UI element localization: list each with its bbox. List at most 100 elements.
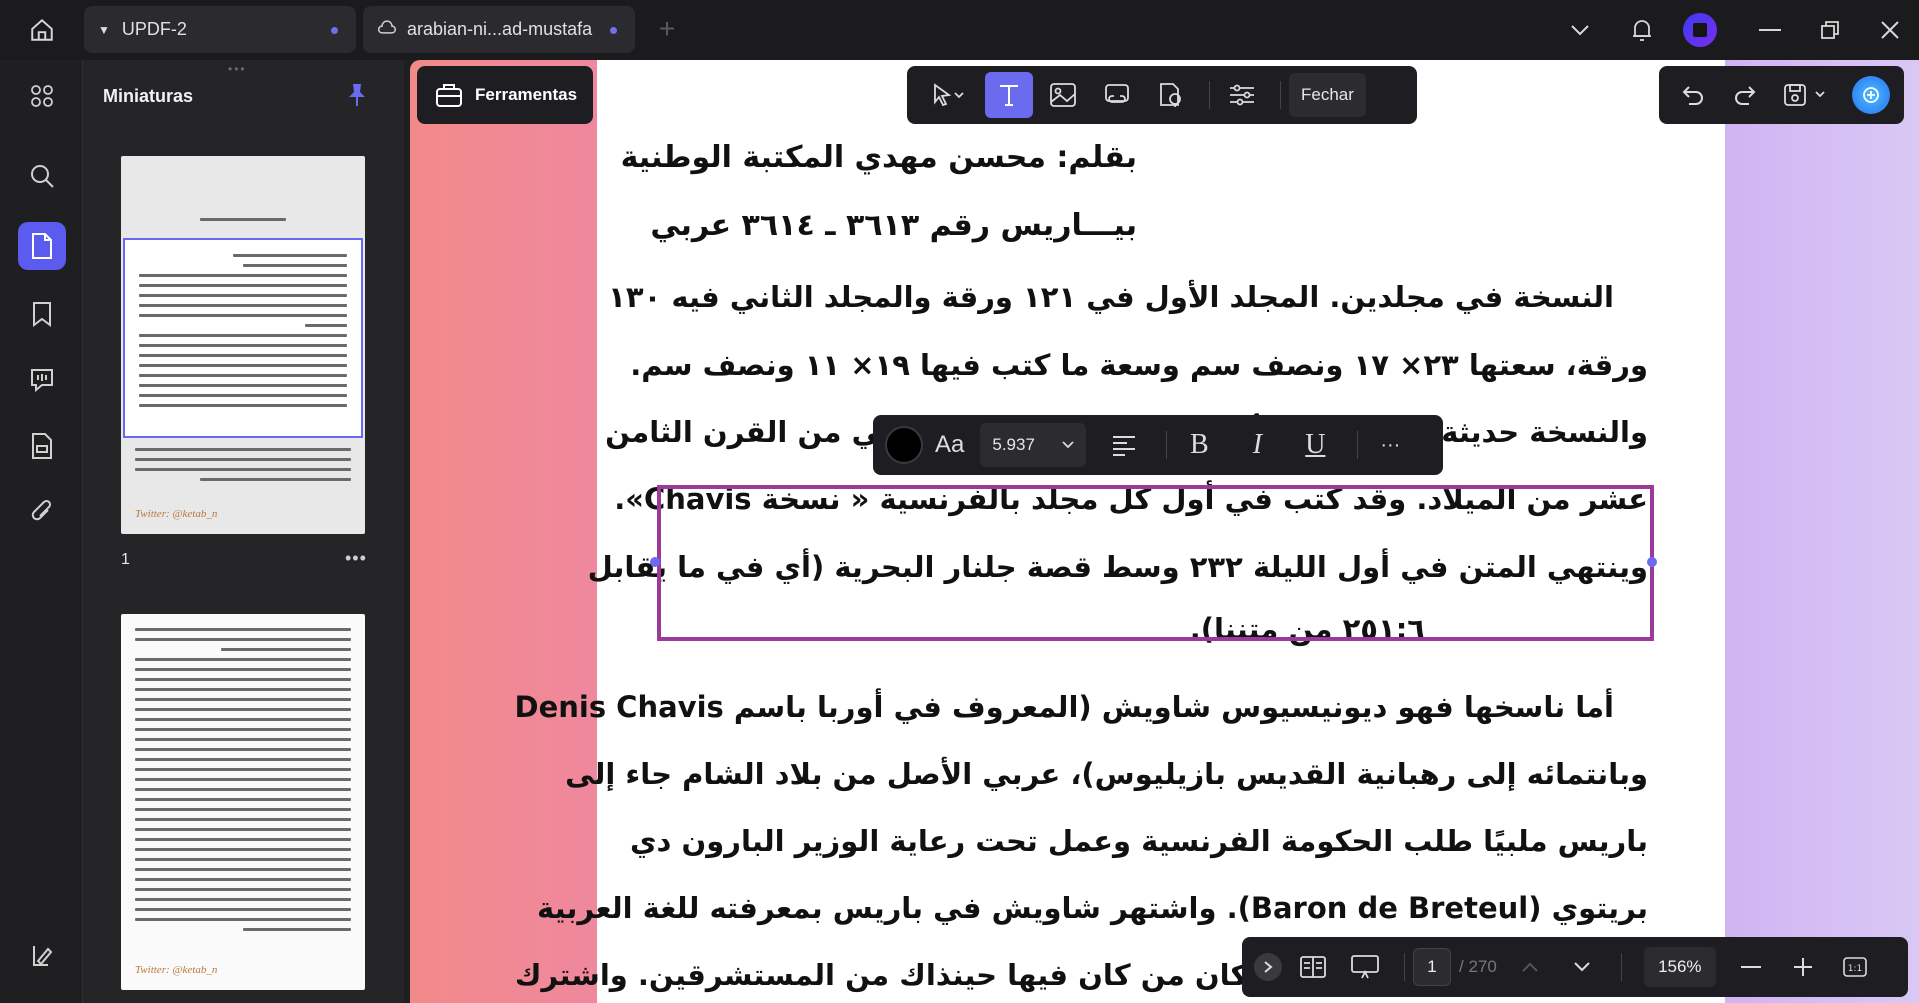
chevron-down-icon bbox=[1574, 962, 1590, 972]
more-format-options[interactable]: ··· bbox=[1366, 423, 1414, 467]
restore-button[interactable] bbox=[1810, 12, 1850, 48]
font-size-select[interactable]: 5.937 bbox=[980, 423, 1087, 467]
page-thumbnail-2[interactable]: Twitter: @ketab_n bbox=[121, 614, 365, 990]
doc-line[interactable]: بريتوي (Baron de Breteul). واشتهر شاويش … bbox=[537, 891, 1648, 925]
collapse-nav-button[interactable] bbox=[1254, 953, 1282, 981]
sliders-icon bbox=[1230, 84, 1254, 106]
italic-button[interactable]: I bbox=[1233, 423, 1281, 467]
add-text-button[interactable] bbox=[985, 72, 1033, 118]
cloud-icon bbox=[377, 19, 397, 40]
text-icon bbox=[1000, 85, 1018, 106]
page-pin-icon bbox=[1160, 83, 1181, 107]
doc-line[interactable]: وبانتمائه إلى رهبانية القديس بازيليوس)، … bbox=[565, 757, 1648, 791]
zoom-level[interactable]: 156% bbox=[1643, 947, 1716, 987]
actual-size-button[interactable]: 1:1 bbox=[1834, 946, 1876, 988]
save-button[interactable] bbox=[1777, 75, 1833, 115]
doc-line[interactable]: ورقة، سعتها ٢٣× ١٧ ونصف سم وسعة ما كتب ف… bbox=[630, 348, 1648, 382]
add-link-button[interactable] bbox=[1093, 72, 1141, 118]
pin-icon[interactable] bbox=[345, 82, 369, 113]
avatar[interactable] bbox=[1680, 12, 1720, 48]
thumb-twitter-handle: Twitter: @ketab_n bbox=[135, 508, 218, 520]
left-tool-rail bbox=[0, 60, 82, 1003]
tab-caret-down-icon[interactable]: ▼ bbox=[98, 23, 110, 37]
total-pages: / 270 bbox=[1459, 957, 1497, 976]
doc-line[interactable]: أما ناسخها فهو ديونيسيوس شاويش (المعروف … bbox=[515, 690, 1615, 724]
resize-handle-right[interactable] bbox=[1647, 557, 1657, 567]
right-toolbar bbox=[1659, 66, 1904, 124]
save-icon bbox=[1784, 84, 1825, 106]
tabs-dropdown-icon[interactable] bbox=[1560, 12, 1600, 48]
link-box-icon bbox=[1105, 84, 1129, 103]
underline-button[interactable]: U bbox=[1291, 423, 1339, 467]
text-color-picker[interactable] bbox=[885, 426, 923, 464]
actual-size-icon: 1:1 bbox=[1843, 957, 1867, 977]
minimize-button[interactable] bbox=[1750, 12, 1790, 48]
font-family-button[interactable]: Aa bbox=[935, 431, 964, 459]
panel-drag-handle[interactable]: ••• bbox=[228, 62, 247, 76]
zoom-in-button[interactable] bbox=[1782, 946, 1824, 988]
chevron-up-icon bbox=[1522, 962, 1538, 972]
new-tab-button[interactable]: + bbox=[652, 14, 682, 44]
unsaved-dot-icon bbox=[331, 27, 338, 34]
font-size-value: 5.937 bbox=[992, 435, 1035, 454]
page-thumbnail-1[interactable]: Twitter: @ketab_n bbox=[121, 156, 365, 534]
current-page-input[interactable]: 1 bbox=[1413, 948, 1451, 986]
title-bar: ▼ UPDF-2 arabian-ni...ad-mustafa + bbox=[0, 0, 1919, 60]
tools-button[interactable]: Ferramentas bbox=[417, 66, 593, 124]
tab-arabian-nights[interactable]: arabian-ni...ad-mustafa bbox=[363, 6, 635, 53]
align-button[interactable] bbox=[1100, 423, 1148, 467]
page-navigation-bar: 1 / 270 156% 1:1 bbox=[1242, 937, 1908, 997]
doc-line[interactable]: بيـــاريس رقم ٣٦١٣ ـ ٣٦١٤ عربي bbox=[650, 208, 1137, 243]
bold-button[interactable]: B bbox=[1175, 423, 1223, 467]
thumb-body-lines bbox=[135, 628, 351, 938]
notification-bell-icon[interactable] bbox=[1622, 12, 1662, 48]
zoom-out-button[interactable] bbox=[1730, 946, 1772, 988]
text-box-selection[interactable] bbox=[657, 485, 1654, 641]
comment-icon[interactable] bbox=[18, 356, 66, 404]
thumbnails-panel: ••• Miniaturas Twitter: @ketab_n 1 ••• T… bbox=[82, 60, 404, 1003]
previous-page-button[interactable] bbox=[1509, 946, 1551, 988]
page-layout-button[interactable] bbox=[1292, 946, 1334, 988]
image-icon bbox=[1050, 83, 1076, 107]
pointer-icon bbox=[934, 83, 964, 107]
attachment-icon[interactable] bbox=[18, 488, 66, 536]
layers-icon[interactable] bbox=[18, 932, 66, 980]
close-edit-button[interactable]: Fechar bbox=[1289, 73, 1366, 117]
user-avatar-icon bbox=[1683, 13, 1717, 47]
redo-button[interactable] bbox=[1725, 75, 1765, 115]
home-icon[interactable] bbox=[22, 12, 62, 48]
panel-title: Miniaturas bbox=[103, 86, 194, 106]
chevron-right-icon bbox=[1264, 961, 1273, 973]
ai-assistant-button[interactable] bbox=[1852, 76, 1890, 114]
text-format-toolbar: Aa 5.937 B I U ··· bbox=[873, 415, 1443, 475]
select-pointer-button[interactable] bbox=[917, 72, 979, 118]
thumb-twitter-handle: Twitter: @ketab_n bbox=[135, 964, 218, 976]
edit-toolbar: Fechar bbox=[907, 66, 1417, 124]
tab-updf-2[interactable]: ▼ UPDF-2 bbox=[84, 6, 356, 53]
organize-grid-icon[interactable] bbox=[18, 72, 66, 120]
add-image-button[interactable] bbox=[1039, 72, 1087, 118]
doc-line[interactable]: باريس ملبيًا طلب الحكومة الفرنسية وعمل ت… bbox=[630, 824, 1648, 858]
chevron-down-icon bbox=[1062, 441, 1074, 449]
resize-handle-left[interactable] bbox=[650, 557, 660, 567]
tab-label: UPDF-2 bbox=[121, 19, 187, 39]
ai-assistant-icon bbox=[1863, 87, 1879, 103]
doc-line[interactable]: النسخة في مجلدين. المجلد الأول في ١٢١ ور… bbox=[608, 280, 1614, 314]
search-icon[interactable] bbox=[18, 152, 66, 200]
toolbox-icon bbox=[436, 84, 462, 107]
properties-sliders-button[interactable] bbox=[1218, 72, 1266, 118]
close-window-button[interactable] bbox=[1870, 12, 1910, 48]
next-page-button[interactable] bbox=[1561, 946, 1603, 988]
thumb-more-options-icon[interactable]: ••• bbox=[345, 548, 367, 569]
undo-button[interactable] bbox=[1673, 75, 1713, 115]
bookmark-icon[interactable] bbox=[18, 290, 66, 338]
doc-line[interactable]: بقلم: محسن مهدي المكتبة الوطنية bbox=[621, 140, 1137, 175]
unsaved-dot-icon bbox=[610, 27, 617, 34]
svg-text:1:1: 1:1 bbox=[1848, 964, 1862, 974]
thumbnails-page-icon[interactable] bbox=[18, 222, 66, 270]
form-document-icon[interactable] bbox=[18, 422, 66, 470]
presentation-button[interactable] bbox=[1344, 946, 1386, 988]
thumb-selection-region bbox=[123, 238, 363, 438]
add-watermark-button[interactable] bbox=[1147, 72, 1195, 118]
thumb-heading bbox=[135, 218, 351, 228]
